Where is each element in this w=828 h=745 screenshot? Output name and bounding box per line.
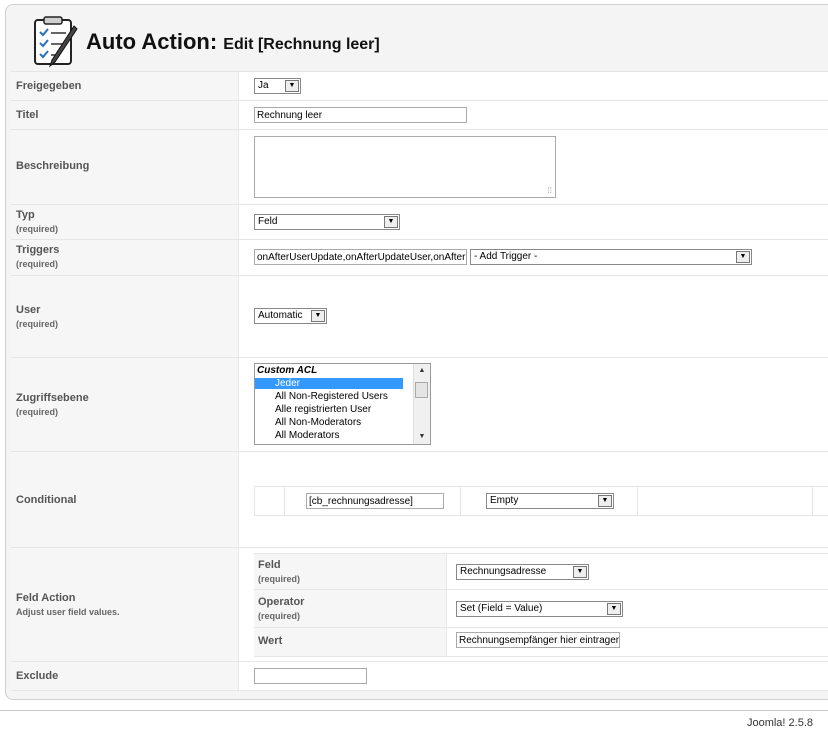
triggers-label: Triggers (16, 244, 60, 256)
user-select[interactable]: Automatic ▼ (254, 308, 327, 324)
triggers-input[interactable]: onAfterUserUpdate,onAfterUpdateUser,onAf… (254, 249, 467, 265)
action-form: Freigegeben Ja ▼ Titel Rechnung leer Bes… (11, 71, 828, 691)
list-option[interactable]: Alle registrierten User (275, 404, 371, 415)
scroll-thumb[interactable] (415, 382, 428, 398)
operator-select[interactable]: Set (Field = Value) ▼ (456, 601, 623, 617)
row-feld-action: Feld Action Adjust user field values. Fe… (11, 548, 828, 662)
typ-required: (required) (16, 224, 59, 234)
list-group-custom-acl: Custom ACL (257, 365, 318, 376)
footer-divider (0, 710, 828, 711)
checklist-pen-icon (30, 16, 80, 68)
exclude-label: Exclude (16, 670, 59, 682)
feld-required: (required) (258, 574, 301, 584)
conditional-table: [cb_rechnungsadresse] Empty ▼ (254, 486, 828, 516)
conditional-operator-select[interactable]: Empty ▼ (486, 493, 614, 509)
row-freigegeben: Freigegeben Ja ▼ (11, 72, 828, 101)
page-header: Auto Action: Edit [Rechnung leer] (6, 5, 828, 77)
conditional-label: Conditional (16, 494, 77, 506)
row-triggers: Triggers (required) onAfterUserUpdate,on… (11, 240, 828, 276)
user-label: User (16, 304, 41, 316)
zugriffsebene-required: (required) (16, 407, 59, 417)
scroll-down-icon[interactable]: ▼ (414, 430, 430, 444)
row-user: User (required) Automatic ▼ (11, 276, 828, 358)
wert-input[interactable]: Rechnungsempfänger hier eintragen (456, 632, 620, 648)
feld-select[interactable]: Rechnungsadresse ▼ (456, 564, 589, 580)
list-option[interactable]: All Non-Registered Users (275, 391, 388, 402)
chevron-down-icon: ▼ (311, 310, 325, 322)
chevron-down-icon: ▼ (736, 251, 750, 263)
page-title-main: Auto Action: (86, 29, 218, 54)
zugriffsebene-label: Zugriffsebene (16, 392, 89, 404)
page-title: Auto Action: Edit [Rechnung leer] (86, 29, 380, 55)
chevron-down-icon: ▼ (598, 495, 612, 507)
freigegeben-value: Ja (258, 80, 269, 91)
user-required: (required) (16, 319, 59, 329)
chevron-down-icon: ▼ (285, 80, 299, 92)
feld-action-label: Feld Action (16, 592, 76, 604)
page-title-sub: Edit [Rechnung leer] (223, 36, 380, 53)
row-typ: Typ (required) Feld ▼ (11, 205, 828, 240)
triggers-required: (required) (16, 259, 59, 269)
operator-value: Set (Field = Value) (460, 603, 543, 614)
resize-grip-icon[interactable]: ⁞⁞ (548, 186, 552, 195)
operator-required: (required) (258, 611, 301, 621)
typ-select[interactable]: Feld ▼ (254, 214, 400, 230)
user-value: Automatic (258, 310, 303, 321)
chevron-down-icon: ▼ (607, 603, 621, 615)
scroll-up-icon[interactable]: ▲ (414, 364, 430, 378)
wert-label: Wert (258, 635, 283, 647)
row-exclude: Exclude (11, 662, 828, 691)
operator-label: Operator (258, 596, 305, 608)
exclude-input[interactable] (254, 668, 367, 684)
feld-label: Feld (258, 559, 281, 571)
titel-label: Titel (16, 109, 39, 121)
list-option[interactable]: All Moderators (275, 430, 339, 441)
zugriffsebene-listbox[interactable]: Custom ACL Jeder All Non-Registered User… (254, 363, 431, 445)
chevron-down-icon: ▼ (573, 566, 587, 578)
footer-version: Joomla! 2.5.8 (746, 717, 813, 729)
list-option-jeder[interactable]: Jeder (255, 378, 403, 389)
chevron-down-icon: ▼ (384, 216, 398, 228)
list-option[interactable]: All Non-Moderators (275, 417, 361, 428)
conditional-operator-value: Empty (490, 495, 519, 506)
beschreibung-textarea[interactable]: ⁞⁞ (254, 136, 556, 198)
listbox-scrollbar[interactable]: ▲ ▼ (413, 364, 430, 444)
row-beschreibung: Beschreibung ⁞⁞ (11, 130, 828, 205)
beschreibung-label: Beschreibung (16, 160, 90, 172)
add-trigger-placeholder: - Add Trigger - (474, 251, 538, 262)
typ-value: Feld (258, 216, 278, 227)
row-zugriffsebene: Zugriffsebene (required) Custom ACL Jede… (11, 358, 828, 452)
freigegeben-label: Freigegeben (16, 80, 82, 92)
row-titel: Titel Rechnung leer (11, 101, 828, 130)
feld-action-table: Feld (required) Rechnungsadresse ▼ Opera… (254, 553, 828, 657)
feld-action-hint: Adjust user field values. (16, 607, 120, 617)
freigegeben-select[interactable]: Ja ▼ (254, 78, 301, 94)
titel-input[interactable]: Rechnung leer (254, 107, 467, 123)
row-conditional: Conditional [cb_rechnungsadresse] Empty … (11, 452, 828, 548)
add-trigger-select[interactable]: - Add Trigger - ▼ (470, 249, 752, 265)
feld-value: Rechnungsadresse (460, 566, 547, 577)
conditional-field-input[interactable]: [cb_rechnungsadresse] (306, 493, 444, 509)
typ-label: Typ (16, 209, 35, 221)
